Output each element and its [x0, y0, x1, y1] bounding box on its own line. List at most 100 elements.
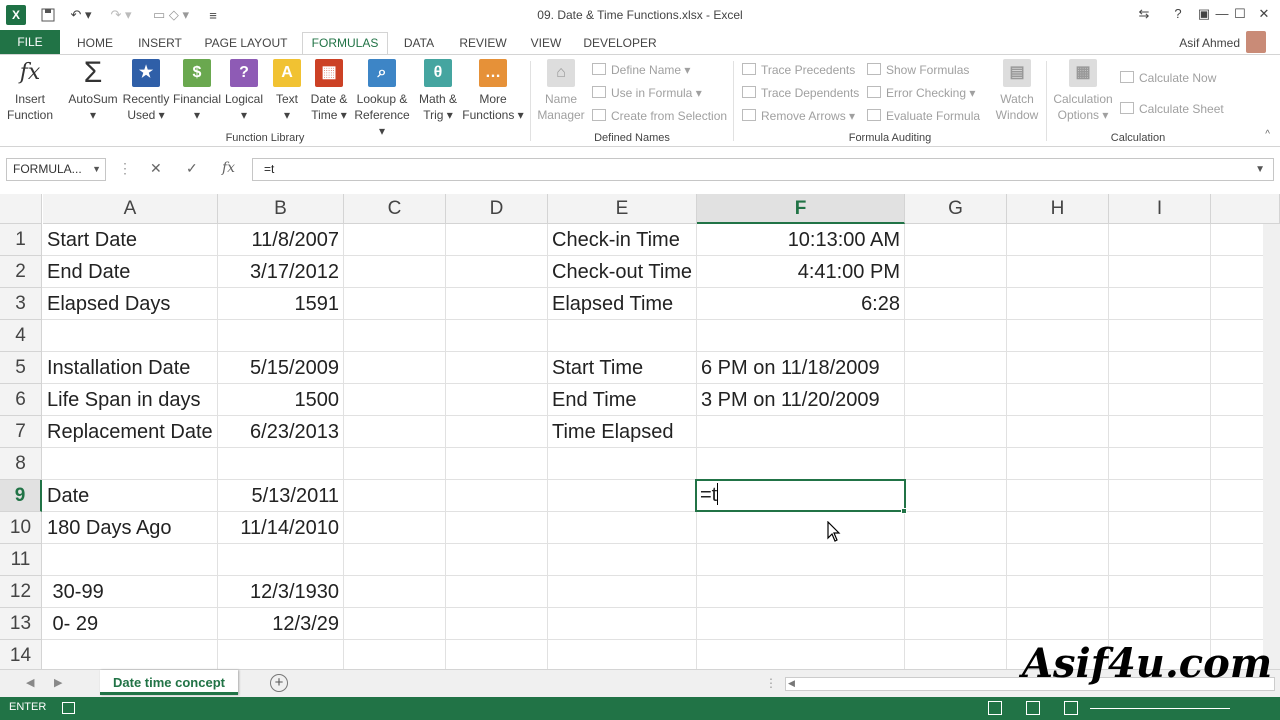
cell-a13[interactable]: 0- 29	[43, 608, 217, 640]
watch-window-button[interactable]: ▤ Watch Window	[992, 59, 1042, 123]
user-name[interactable]: Asif Ahmed	[1179, 33, 1240, 53]
cell-b9[interactable]: 5/13/2011	[218, 480, 343, 512]
insert-function-icon[interactable]: fx	[222, 160, 235, 176]
avatar[interactable]	[1246, 31, 1266, 53]
evaluate-formula-button[interactable]: Evaluate Formula	[867, 108, 980, 124]
more-options-icon[interactable]: ⋮	[118, 160, 132, 177]
normal-view-icon[interactable]	[988, 701, 1002, 715]
column-header-b[interactable]: B	[218, 194, 344, 224]
cell-f6[interactable]: 3 PM on 11/20/2009	[697, 384, 904, 416]
tab-home[interactable]: HOME	[66, 33, 124, 54]
enter-icon[interactable]: ✓	[186, 160, 198, 177]
cell-e1[interactable]: Check-in Time	[548, 224, 696, 256]
math-trig-button[interactable]: θ Math & Trig ▾	[414, 59, 462, 123]
cell-a6[interactable]: Life Span in days	[43, 384, 217, 416]
chevron-down-icon[interactable]: ▼	[92, 159, 101, 180]
cell-f2[interactable]: 4:41:00 PM	[697, 256, 904, 288]
trace-dependents-button[interactable]: Trace Dependents	[742, 85, 859, 101]
row-header-11[interactable]: 11	[0, 544, 42, 576]
row-header-10[interactable]: 10	[0, 512, 42, 544]
collapse-ribbon-icon[interactable]: ^	[1265, 129, 1270, 140]
column-header-a[interactable]: A	[43, 194, 218, 224]
cell-b10[interactable]: 11/14/2010	[218, 512, 343, 544]
row-header-5[interactable]: 5	[0, 352, 42, 384]
cell-a10[interactable]: 180 Days Ago	[43, 512, 217, 544]
autosum-button[interactable]: Σ AutoSum ▾	[64, 58, 122, 123]
tab-file[interactable]: FILE	[0, 30, 60, 54]
cell-a12[interactable]: 30-99	[43, 576, 217, 608]
page-break-view-icon[interactable]	[1064, 701, 1078, 715]
row-header-9[interactable]: 9	[0, 480, 42, 512]
row-header-3[interactable]: 3	[0, 288, 42, 320]
cell-e2[interactable]: Check-out Time	[548, 256, 696, 288]
column-header-f[interactable]: F	[697, 194, 905, 224]
cell-e3[interactable]: Elapsed Time	[548, 288, 696, 320]
cell-b2[interactable]: 3/17/2012	[218, 256, 343, 288]
select-all-corner[interactable]	[0, 194, 42, 224]
calculate-now-button[interactable]: Calculate Now	[1120, 70, 1216, 86]
calculate-sheet-button[interactable]: Calculate Sheet	[1120, 101, 1224, 117]
cell-a5[interactable]: Installation Date	[43, 352, 217, 384]
use-in-formula-button[interactable]: Use in Formula ▾	[592, 85, 702, 101]
tab-review[interactable]: REVIEW	[452, 33, 514, 54]
cell-a1[interactable]: Start Date	[43, 224, 217, 256]
lookup-reference-button[interactable]: ⌕ Lookup & Reference ▾	[350, 59, 414, 139]
recently-used-button[interactable]: ★ Recently Used ▾	[120, 59, 172, 123]
logical-button[interactable]: ? Logical ▾	[222, 59, 266, 123]
calculation-options-button[interactable]: ▦ Calculation Options ▾	[1050, 59, 1116, 123]
cancel-icon[interactable]: ✕	[150, 160, 162, 177]
column-header-e[interactable]: E	[548, 194, 697, 224]
text-button[interactable]: A Text ▾	[270, 59, 304, 123]
formula-input[interactable]: =t ▼	[252, 158, 1274, 181]
remove-arrows-button[interactable]: Remove Arrows ▾	[742, 108, 855, 124]
page-layout-view-icon[interactable]	[1026, 701, 1040, 715]
previous-sheet-icon[interactable]: ◀	[26, 676, 34, 689]
cell-a7[interactable]: Replacement Date	[43, 416, 217, 448]
create-from-selection-button[interactable]: Create from Selection	[592, 108, 727, 124]
row-header-1[interactable]: 1	[0, 224, 42, 256]
tab-split-handle-icon[interactable]: ⋮	[765, 676, 777, 690]
name-manager-button[interactable]: ⌂ Name Manager	[534, 59, 588, 123]
tab-view[interactable]: VIEW	[522, 33, 570, 54]
tab-data[interactable]: DATA	[394, 33, 444, 54]
cell-b12[interactable]: 12/3/1930	[218, 576, 343, 608]
row-header-13[interactable]: 13	[0, 608, 42, 640]
tab-formulas[interactable]: FORMULAS	[302, 32, 388, 55]
row-header-8[interactable]: 8	[0, 448, 42, 480]
show-formulas-button[interactable]: Show Formulas	[867, 62, 969, 78]
cell-b5[interactable]: 5/15/2009	[218, 352, 343, 384]
row-header-2[interactable]: 2	[0, 256, 42, 288]
cell-a2[interactable]: End Date	[43, 256, 217, 288]
zoom-slider[interactable]	[1090, 708, 1230, 709]
cell-f5[interactable]: 6 PM on 11/18/2009	[697, 352, 904, 384]
cell-e5[interactable]: Start Time	[548, 352, 696, 384]
tab-page-layout[interactable]: PAGE LAYOUT	[196, 33, 296, 54]
add-sheet-icon[interactable]: +	[270, 674, 288, 692]
define-name-button[interactable]: Define Name ▾	[592, 62, 690, 78]
close-icon[interactable]: ✕	[1252, 4, 1276, 24]
cell-b13[interactable]: 12/3/29	[218, 608, 343, 640]
tab-developer[interactable]: DEVELOPER	[578, 33, 662, 54]
error-checking-button[interactable]: Error Checking ▾	[867, 85, 975, 101]
column-header-j[interactable]	[1211, 194, 1280, 224]
cell-b7[interactable]: 6/23/2013	[218, 416, 343, 448]
column-header-h[interactable]: H	[1007, 194, 1109, 224]
date-time-button[interactable]: ▦ Date & Time ▾	[306, 59, 352, 123]
fill-handle[interactable]	[901, 508, 907, 514]
column-header-c[interactable]: C	[344, 194, 446, 224]
column-header-i[interactable]: I	[1109, 194, 1211, 224]
row-header-7[interactable]: 7	[0, 416, 42, 448]
cell-b3[interactable]: 1591	[218, 288, 343, 320]
cell-e7[interactable]: Time Elapsed	[548, 416, 696, 448]
name-box[interactable]: FORMULA... ▼	[6, 158, 106, 181]
financial-button[interactable]: $ Financial ▾	[170, 59, 224, 123]
more-functions-button[interactable]: … More Functions ▾	[460, 59, 526, 123]
row-header-14[interactable]: 14	[0, 640, 42, 669]
cell-b6[interactable]: 1500	[218, 384, 343, 416]
row-header-6[interactable]: 6	[0, 384, 42, 416]
help-icon[interactable]: ?	[1166, 4, 1190, 24]
cell-e6[interactable]: End Time	[548, 384, 696, 416]
scroll-left-icon[interactable]: ◀	[788, 678, 795, 689]
row-header-4[interactable]: 4	[0, 320, 42, 352]
insert-function-button[interactable]: fx Insert Function	[4, 59, 56, 123]
